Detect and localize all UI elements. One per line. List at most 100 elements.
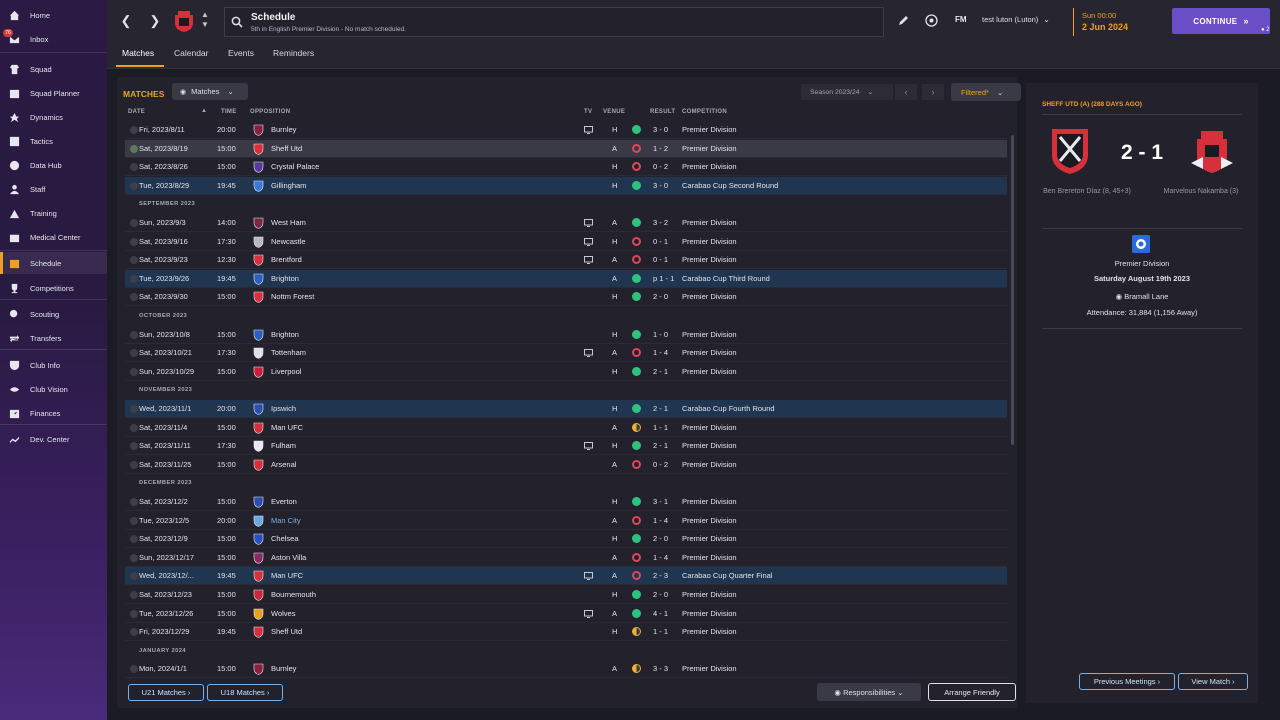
tab-reminders[interactable]: Reminders — [273, 48, 314, 58]
row-select-icon[interactable] — [130, 274, 138, 283]
opposition-name[interactable]: Newcastle — [271, 237, 306, 246]
row-select-icon[interactable] — [130, 293, 138, 302]
detail-title[interactable]: SHEFF UTD (A) (288 DAYS AGO) — [1042, 101, 1142, 108]
opposition-name[interactable]: Arsenal — [271, 460, 296, 469]
match-result[interactable]: 2 - 0 — [653, 534, 668, 543]
match-result[interactable]: 0 - 2 — [653, 460, 668, 469]
match-result[interactable]: 1 - 2 — [653, 144, 668, 153]
sidebar-item-squad-planner[interactable]: Squad Planner — [0, 82, 107, 104]
sidebar-item-club-info[interactable]: Club Info — [0, 354, 107, 376]
away-team-crest-icon[interactable] — [1189, 127, 1235, 175]
row-select-icon[interactable] — [130, 237, 138, 246]
row-select-icon[interactable] — [130, 144, 138, 153]
match-competition[interactable]: Premier Division — [682, 237, 737, 246]
sort-asc-icon[interactable]: ▲ — [201, 108, 207, 114]
sidebar-item-transfers[interactable]: Transfers — [0, 327, 107, 349]
match-competition[interactable]: Premier Division — [682, 162, 737, 171]
match-competition[interactable]: Carabao Cup Fourth Round — [682, 404, 775, 413]
table-row[interactable]: Sat, 2023/8/26 15:00 Crystal Palace H 0 - 2 P… — [125, 158, 1007, 177]
opposition-name[interactable]: Wolves — [271, 609, 295, 618]
match-result[interactable]: 3 - 1 — [653, 497, 668, 506]
row-select-icon[interactable] — [130, 516, 138, 525]
match-result[interactable]: 2 - 0 — [653, 292, 668, 301]
back-arrow-icon[interactable]: ❮ — [118, 13, 134, 29]
home-team-crest-icon[interactable] — [1050, 127, 1090, 175]
sidebar-item-finances[interactable]: Finances — [0, 402, 107, 424]
match-result[interactable]: 3 - 0 — [653, 181, 668, 190]
match-competition[interactable]: Premier Division — [682, 534, 737, 543]
column-header-time[interactable]: TIME — [221, 109, 237, 115]
row-select-icon[interactable] — [130, 553, 138, 562]
match-result[interactable]: 1 - 1 — [653, 627, 668, 636]
match-result[interactable]: 3 - 2 — [653, 218, 668, 227]
table-row[interactable]: Sat, 2023/10/21 17:30 Tottenham A 1 - 4 Premi… — [125, 344, 1007, 363]
column-header-venue[interactable]: VENUE — [603, 109, 625, 115]
table-row[interactable]: Tue, 2023/12/26 15:00 Wolves A 4 - 1 Premier … — [125, 605, 1007, 623]
table-row[interactable]: Tue, 2023/12/5 20:00 Man City A 1 - 4 Premier… — [125, 512, 1007, 530]
sidebar-item-staff[interactable]: Staff — [0, 178, 107, 200]
table-row[interactable]: Sat, 2023/9/23 12:30 Brentford A 0 - 1 Premie… — [125, 251, 1007, 270]
opposition-name[interactable]: Brighton — [271, 330, 299, 339]
match-competition[interactable]: Premier Division — [682, 497, 737, 506]
opposition-name[interactable]: Everton — [271, 497, 297, 506]
table-row[interactable]: Sat, 2023/12/23 15:00 Bournemouth H 2 - 0 Pre… — [125, 586, 1007, 604]
sidebar-item-inbox[interactable]: Inbox 76 — [0, 28, 107, 50]
opposition-name[interactable]: Ipswich — [271, 404, 296, 413]
row-select-icon[interactable] — [130, 349, 138, 358]
u21-matches-button[interactable]: U21 Matches › — [128, 684, 204, 701]
sidebar-item-dynamics[interactable]: Dynamics — [0, 106, 107, 128]
match-result[interactable]: 1 - 4 — [653, 516, 668, 525]
match-result[interactable]: 0 - 1 — [653, 237, 668, 246]
table-row[interactable]: Sat, 2023/11/25 15:00 Arsenal A 0 - 2 Premier… — [125, 456, 1007, 474]
opposition-name[interactable]: Burnley — [271, 125, 296, 134]
opposition-name[interactable]: Man City — [271, 516, 301, 525]
view-match-button[interactable]: View Match › — [1178, 673, 1248, 690]
opposition-name[interactable]: Brentford — [271, 255, 302, 264]
sidebar-item-club-vision[interactable]: Club Vision — [0, 378, 107, 400]
match-competition[interactable]: Premier Division — [682, 627, 737, 636]
match-competition[interactable]: Carabao Cup Second Round — [682, 181, 778, 190]
match-competition[interactable]: Premier Division — [682, 423, 737, 432]
match-competition[interactable]: Premier Division — [682, 330, 737, 339]
match-result[interactable]: 4 - 1 — [653, 609, 668, 618]
match-result[interactable]: 2 - 0 — [653, 590, 668, 599]
opposition-name[interactable]: Chelsea — [271, 534, 299, 543]
opposition-name[interactable]: Man UFC — [271, 571, 303, 580]
scrollbar[interactable] — [1011, 135, 1014, 445]
table-row[interactable]: Sun, 2023/10/29 15:00 Liverpool H 2 - 1 Premi… — [125, 363, 1007, 381]
match-competition[interactable]: Premier Division — [682, 348, 737, 357]
sidebar-item-schedule[interactable]: Schedule — [0, 252, 107, 274]
opposition-name[interactable]: Tottenham — [271, 348, 306, 357]
match-competition[interactable]: Premier Division — [682, 590, 737, 599]
opposition-name[interactable]: Crystal Palace — [271, 162, 319, 171]
table-row[interactable]: Wed, 2023/11/1 20:00 Ipswich H 2 - 1 Carabao … — [125, 400, 1007, 418]
matches-view-dropdown[interactable]: ◉ Matches ⌄ — [172, 83, 248, 100]
continue-button[interactable]: CONTINUE » — [1172, 8, 1270, 34]
column-header-competition[interactable]: COMPETITION — [682, 109, 727, 115]
table-row[interactable]: Sat, 2023/8/19 15:00 Sheff Utd A 1 - 2 Premie… — [125, 139, 1007, 158]
match-competition[interactable]: Premier Division — [682, 125, 737, 134]
sidebar-item-dev-center[interactable]: Dev. Center — [0, 428, 107, 450]
row-select-icon[interactable] — [130, 591, 138, 599]
opposition-name[interactable]: Brighton — [271, 274, 299, 283]
match-competition[interactable]: Premier Division — [682, 367, 737, 376]
table-row[interactable]: Fri, 2023/12/29 19:45 Sheff Utd H 1 - 1 Premi… — [125, 623, 1007, 642]
column-header-result[interactable]: RESULT — [650, 109, 675, 115]
table-row[interactable]: Sat, 2023/11/11 17:30 Fulham H 2 - 1 Premier … — [125, 437, 1007, 456]
match-result[interactable]: 3 - 3 — [653, 664, 668, 673]
away-scorers[interactable]: Marvelous Nakamba (3) — [1156, 187, 1246, 197]
sidebar-item-scouting[interactable]: Scouting — [0, 303, 107, 325]
fm-logo[interactable]: FM — [955, 15, 967, 24]
manager-profile[interactable]: test luton (Luton) ⌄ — [982, 15, 1050, 24]
match-competition[interactable]: Premier Division — [682, 144, 737, 153]
match-result[interactable]: 3 - 0 — [653, 125, 668, 134]
table-row[interactable]: Tue, 2023/8/29 19:45 Gillingham H 3 - 0 Carab… — [125, 176, 1007, 195]
row-select-icon[interactable] — [130, 405, 138, 413]
opposition-name[interactable]: Aston Villa — [271, 553, 306, 562]
prev-season-button[interactable]: ‹ — [895, 84, 917, 100]
club-crest-icon[interactable] — [173, 9, 195, 33]
sidebar-item-medical-center[interactable]: Medical Center — [0, 226, 107, 248]
match-competition[interactable]: Premier Division — [682, 292, 737, 301]
tab-events[interactable]: Events — [228, 48, 254, 58]
table-row[interactable]: Sat, 2023/9/30 15:00 Nottm Forest H 2 - 0 Pre… — [125, 288, 1007, 307]
